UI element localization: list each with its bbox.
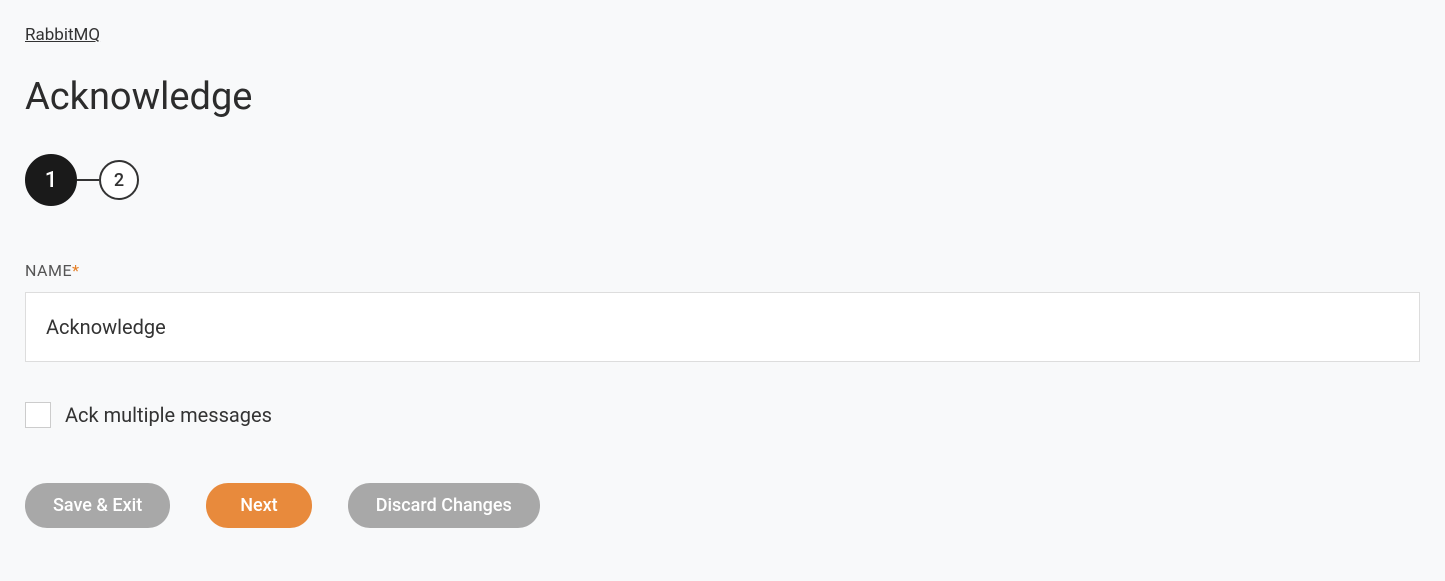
- name-label: NAME*: [25, 261, 1420, 280]
- breadcrumb-link[interactable]: RabbitMQ: [25, 25, 100, 45]
- button-row: Save & Exit Next Discard Changes: [25, 483, 1420, 528]
- required-mark: *: [72, 261, 79, 280]
- name-input[interactable]: [25, 292, 1420, 362]
- stepper: 1 2: [25, 154, 1420, 206]
- ack-multiple-group: Ack multiple messages: [25, 402, 1420, 428]
- step-1[interactable]: 1: [25, 154, 77, 206]
- step-connector: [77, 179, 99, 181]
- save-exit-button[interactable]: Save & Exit: [25, 483, 170, 528]
- name-field-group: NAME*: [25, 261, 1420, 362]
- step-2[interactable]: 2: [99, 160, 139, 200]
- discard-button[interactable]: Discard Changes: [348, 483, 540, 528]
- page-title: Acknowledge: [25, 75, 1420, 119]
- name-label-text: NAME: [25, 261, 72, 280]
- ack-multiple-checkbox[interactable]: [25, 402, 51, 428]
- next-button[interactable]: Next: [206, 483, 311, 528]
- ack-multiple-label: Ack multiple messages: [65, 403, 272, 427]
